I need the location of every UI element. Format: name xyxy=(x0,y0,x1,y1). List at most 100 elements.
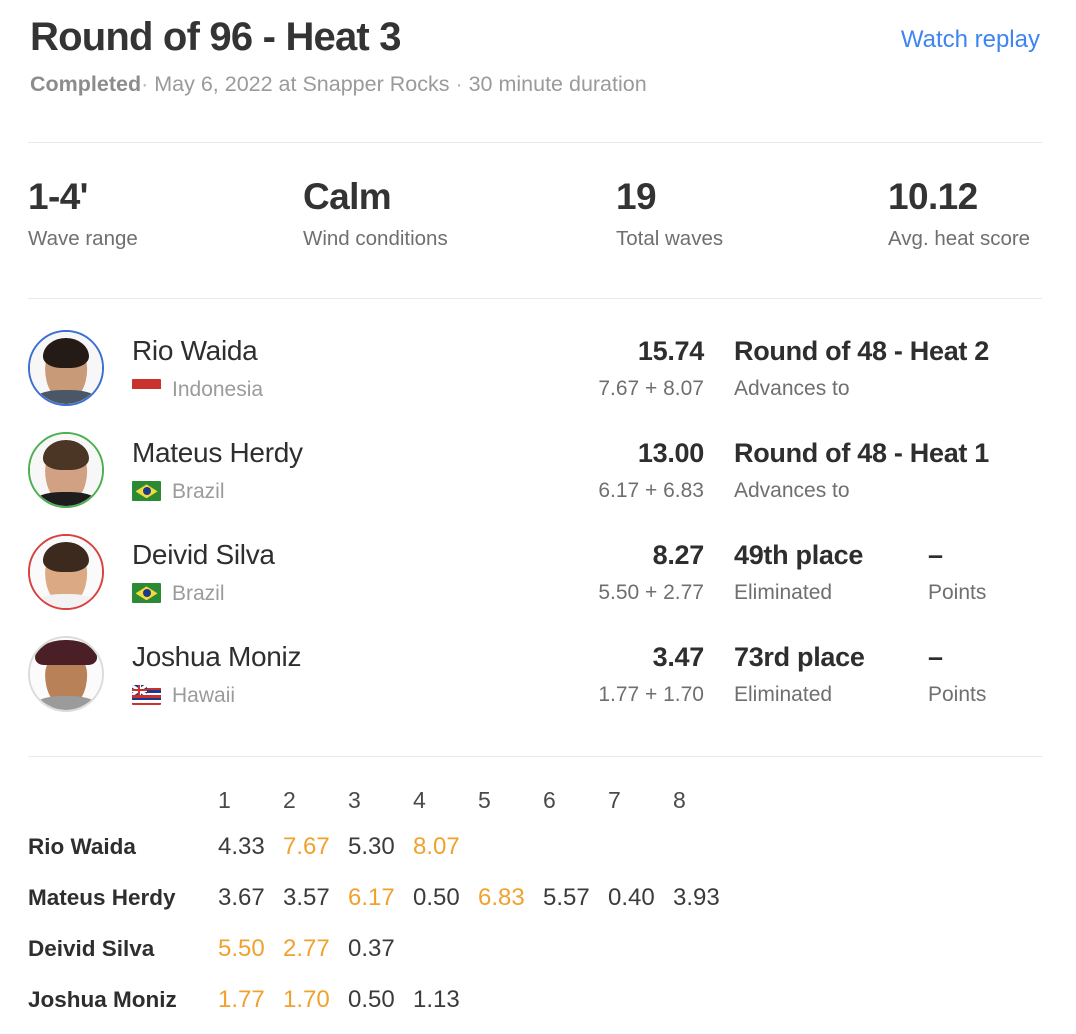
wave-row: Mateus Herdy 3.67 3.57 6.17 0.50 6.83 5.… xyxy=(28,872,738,923)
result-status: Eliminated xyxy=(734,581,833,605)
wave-score-cell: 5.57 xyxy=(543,883,590,911)
watch-replay-link[interactable]: Watch replay xyxy=(901,26,1040,55)
wave-score-cell: 0.37 xyxy=(348,934,395,962)
wave-score-cell: 0.50 xyxy=(413,883,460,911)
country-label: Brazil xyxy=(172,581,225,605)
meta-separator-2: · xyxy=(455,72,463,97)
stat-wave-range: 1-4' Wave range xyxy=(28,176,303,251)
wave-score-cell: 3.93 xyxy=(673,883,720,911)
wave-row: Rio Waida 4.33 7.67 5.30 8.07 xyxy=(28,821,738,872)
result-title: 73rd place xyxy=(734,641,865,672)
athlete-result: Round of 48 - Heat 2 Advances to xyxy=(704,335,989,402)
wave-score-cell: 0.50 xyxy=(348,985,395,1013)
stat-label: Wave range xyxy=(28,226,138,250)
points-label: Points xyxy=(928,683,987,707)
result-status: Advances to xyxy=(734,377,850,401)
stat-value: 10.12 xyxy=(888,176,978,218)
avatar-image xyxy=(30,332,102,405)
wave-score-cell xyxy=(608,821,673,872)
wave-header-4: 4 xyxy=(413,786,426,813)
table-row[interactable]: Deivid Silva Brazil 8.27 5.50 + 2.77 49t… xyxy=(0,521,1076,623)
athlete-result: 73rd place Eliminated xyxy=(704,641,922,708)
heat-total-score: 8.27 xyxy=(652,539,705,570)
brazil-flag-icon xyxy=(132,583,161,604)
wave-header-2: 2 xyxy=(283,786,296,813)
avatar-image xyxy=(30,536,102,609)
country-label: Indonesia xyxy=(172,377,264,401)
wave-score-cell: 7.67 xyxy=(283,832,330,860)
athlete-score: 13.00 6.17 + 6.83 xyxy=(524,437,704,504)
wave-row-athlete: Deivid Silva xyxy=(28,935,155,961)
athlete-identity: Joshua Moniz Hawaii xyxy=(104,640,524,708)
athlete-points xyxy=(922,466,1042,475)
table-row[interactable]: Joshua Moniz Hawaii 3.47 1.77 + 1.70 73r… xyxy=(0,623,1076,725)
athlete-country: Hawaii xyxy=(132,683,524,708)
heat-results-page: Round of 96 - Heat 3 Watch replay Comple… xyxy=(0,0,1076,1034)
stat-value: 19 xyxy=(616,176,657,218)
score-breakdown: 6.17 + 6.83 xyxy=(598,479,704,503)
indonesia-flag-icon xyxy=(132,379,161,400)
points-label: Points xyxy=(928,581,987,605)
wave-score-cell xyxy=(608,974,673,1025)
wave-header-8: 8 xyxy=(673,786,686,813)
wave-header-1: 1 xyxy=(218,786,231,813)
avatar xyxy=(28,534,104,611)
wave-score-cell: 5.50 xyxy=(218,934,265,962)
wave-score-cell xyxy=(478,821,543,872)
wave-score-cell: 1.77 xyxy=(218,985,265,1013)
wave-score-cell xyxy=(673,974,738,1025)
hawaii-flag-icon xyxy=(132,685,161,706)
athlete-result: 49th place Eliminated xyxy=(704,539,922,606)
country-label: Hawaii xyxy=(172,683,236,707)
stat-value: Calm xyxy=(303,176,392,218)
heat-duration: 30 minute duration xyxy=(468,72,647,97)
athlete-score: 3.47 1.77 + 1.70 xyxy=(524,641,704,708)
stat-label: Wind conditions xyxy=(303,226,448,250)
page-title: Round of 96 - Heat 3 xyxy=(30,15,402,59)
heat-total-score: 15.74 xyxy=(637,335,704,366)
table-row[interactable]: Mateus Herdy Brazil 13.00 6.17 + 6.83 Ro… xyxy=(0,419,1076,521)
date-venue: May 6, 2022 at Snapper Rocks xyxy=(154,72,450,97)
wave-score-cell: 4.33 xyxy=(218,832,265,860)
country-label: Brazil xyxy=(172,479,225,503)
wave-score-cell: 5.30 xyxy=(348,832,395,860)
athlete-name: Joshua Moniz xyxy=(132,641,302,673)
points-value: – xyxy=(928,641,944,672)
wave-score-cell: 6.83 xyxy=(478,883,525,911)
wave-score-cell: 3.67 xyxy=(218,883,265,911)
wave-header-6: 6 xyxy=(543,786,556,813)
brazil-flag-icon xyxy=(132,481,161,502)
athlete-result: Round of 48 - Heat 1 Advances to xyxy=(704,437,989,504)
heat-total-score: 13.00 xyxy=(637,437,704,468)
avatar xyxy=(28,330,104,407)
wave-row: Joshua Moniz 1.77 1.70 0.50 1.13 xyxy=(28,974,738,1025)
wave-header-3: 3 xyxy=(348,786,361,813)
wave-row-athlete: Joshua Moniz xyxy=(28,986,177,1012)
athlete-points: – Points xyxy=(922,641,1042,708)
athlete-country: Indonesia xyxy=(132,377,524,402)
wave-score-cell: 1.13 xyxy=(413,985,460,1013)
wave-header-7: 7 xyxy=(608,786,621,813)
wave-score-cell xyxy=(478,923,543,974)
wave-score-cell xyxy=(543,923,608,974)
athlete-points xyxy=(922,364,1042,373)
wave-table-head: 1 2 3 4 5 6 7 8 xyxy=(28,779,738,821)
avatar-image xyxy=(30,434,102,507)
conditions-stats: 1-4' Wave range Calm Wind conditions 19 … xyxy=(0,143,1076,251)
wave-scores-table: 1 2 3 4 5 6 7 8 Rio Waida 4.33 7.67 5.30… xyxy=(28,779,738,1025)
wave-score-cell: 1.70 xyxy=(283,985,330,1013)
athlete-name: Deivid Silva xyxy=(132,539,275,571)
athlete-results-list: Rio Waida Indonesia 15.74 7.67 + 8.07 Ro… xyxy=(0,299,1076,725)
score-breakdown: 5.50 + 2.77 xyxy=(598,581,704,605)
wave-score-cell xyxy=(543,974,608,1025)
meta-separator-1: · xyxy=(141,72,149,97)
status-badge: Completed xyxy=(30,72,142,97)
heat-total-score: 3.47 xyxy=(652,641,705,672)
athlete-name: Mateus Herdy xyxy=(132,437,303,469)
table-row[interactable]: Rio Waida Indonesia 15.74 7.67 + 8.07 Ro… xyxy=(0,317,1076,419)
athlete-country: Brazil xyxy=(132,581,524,606)
avatar-image xyxy=(30,638,102,711)
athlete-name: Rio Waida xyxy=(132,335,258,367)
heat-header: Round of 96 - Heat 3 Watch replay Comple… xyxy=(0,0,1076,98)
stat-avg-heat-score: 10.12 Avg. heat score xyxy=(888,176,1068,251)
